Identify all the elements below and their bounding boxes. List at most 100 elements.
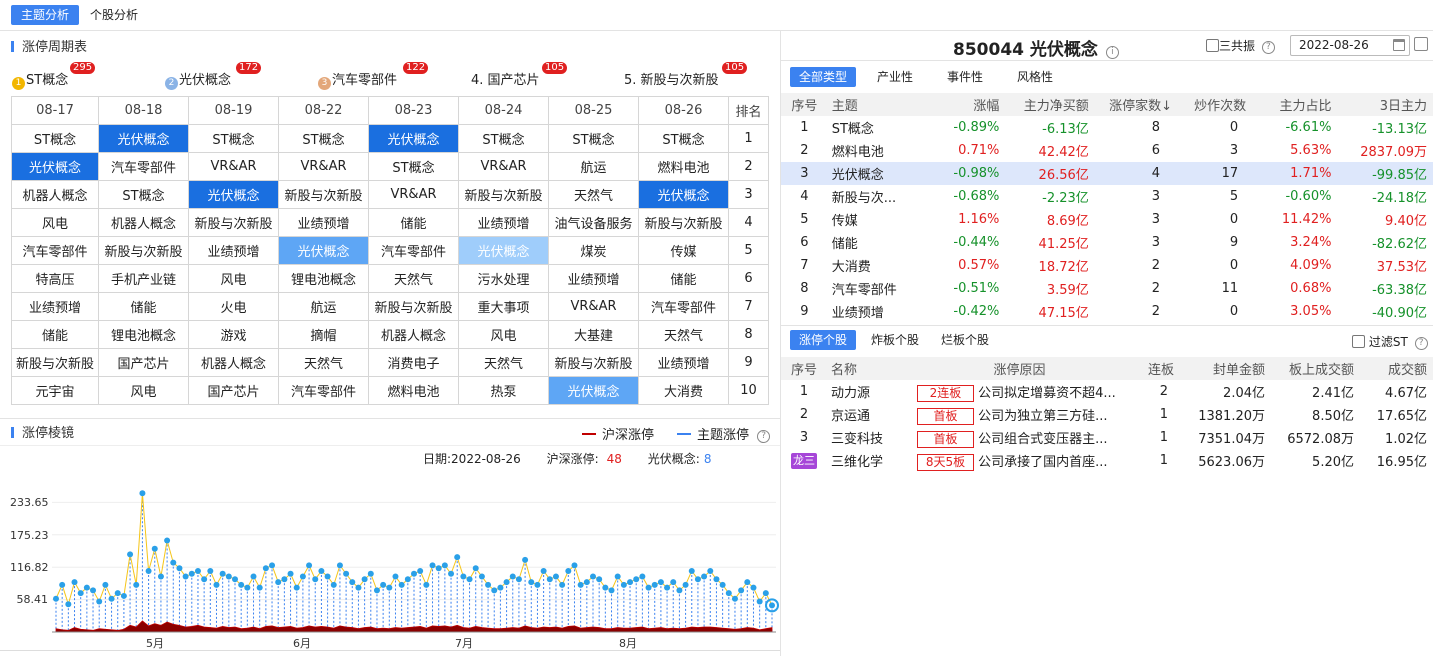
- data-point[interactable]: [769, 602, 775, 609]
- stock-name[interactable]: 三维化学: [827, 449, 911, 472]
- theme-cell[interactable]: 业绩预增: [638, 348, 729, 377]
- theme-cell[interactable]: 汽车零部件: [278, 376, 369, 405]
- theme-name[interactable]: 储能: [828, 231, 928, 254]
- data-point[interactable]: [731, 595, 738, 602]
- data-point[interactable]: [707, 567, 714, 574]
- theme-cell[interactable]: 锂电池概念: [278, 264, 369, 293]
- stock-name[interactable]: 动力源: [827, 380, 911, 403]
- theme-cell[interactable]: 风电: [188, 264, 279, 293]
- theme-cell[interactable]: VR&AR: [548, 292, 639, 321]
- theme-cell[interactable]: 元宇宙: [11, 376, 99, 405]
- data-point[interactable]: [380, 581, 387, 588]
- theme-name[interactable]: 大消费: [828, 254, 928, 277]
- data-point[interactable]: [596, 576, 603, 583]
- theme-cell[interactable]: VR&AR: [368, 180, 459, 209]
- data-point[interactable]: [256, 584, 263, 591]
- theme-cell[interactable]: 火电: [188, 292, 279, 321]
- data-point[interactable]: [552, 573, 559, 580]
- theme-cell[interactable]: 天然气: [548, 180, 639, 209]
- table-row[interactable]: 3 三变科技 首板 公司组合式变压器主... 1 7351.04万 6572.0…: [781, 426, 1433, 449]
- data-point[interactable]: [213, 581, 220, 588]
- col-header[interactable]: 3日主力: [1337, 93, 1433, 116]
- data-point[interactable]: [448, 570, 455, 577]
- data-point[interactable]: [157, 573, 164, 580]
- theme-cell[interactable]: 光伏概念: [458, 236, 549, 265]
- col-header[interactable]: 连板: [1128, 357, 1180, 380]
- data-point[interactable]: [207, 567, 214, 574]
- theme-cell[interactable]: 机器人概念: [98, 208, 189, 237]
- theme-cell[interactable]: 储能: [98, 292, 189, 321]
- data-point[interactable]: [565, 567, 572, 574]
- theme-cell[interactable]: 重大事项: [458, 292, 549, 321]
- tab-event[interactable]: 事件性: [938, 67, 992, 87]
- data-point[interactable]: [355, 584, 362, 591]
- theme-cell[interactable]: 新股与次新股: [368, 292, 459, 321]
- data-point[interactable]: [281, 576, 288, 583]
- data-point[interactable]: [725, 590, 732, 597]
- data-point[interactable]: [133, 581, 140, 588]
- table-row[interactable]: 龙三 三维化学 8天5板 公司承接了国内首座... 1 5623.06万 5.2…: [781, 449, 1433, 472]
- col-header[interactable]: 板上成交额: [1271, 357, 1360, 380]
- table-row[interactable]: 1 动力源 2连板 公司拟定增募资不超4... 2 2.04亿 2.41亿 4.…: [781, 380, 1433, 403]
- data-point[interactable]: [559, 581, 566, 588]
- theme-cell[interactable]: 汽车零部件: [638, 292, 729, 321]
- data-point[interactable]: [540, 567, 547, 574]
- data-point[interactable]: [571, 562, 578, 569]
- theme-cell[interactable]: VR&AR: [278, 152, 369, 181]
- theme-cell[interactable]: 国产芯片: [188, 376, 279, 405]
- data-point[interactable]: [53, 595, 59, 602]
- table-row[interactable]: 5 传媒 1.16% 8.69亿 3 0 11.42% 9.40亿: [781, 208, 1433, 231]
- data-point[interactable]: [299, 573, 306, 580]
- theme-cell[interactable]: VR&AR: [458, 152, 549, 181]
- tab-all-types[interactable]: 全部类型: [790, 67, 857, 87]
- data-point[interactable]: [478, 573, 485, 580]
- theme-cell[interactable]: 光伏概念: [548, 376, 639, 405]
- data-point[interactable]: [324, 573, 331, 580]
- theme-cell[interactable]: 风电: [11, 208, 99, 237]
- theme-name[interactable]: ST概念: [828, 116, 928, 139]
- limit-reason[interactable]: 公司为独立第三方硅...: [978, 409, 1107, 424]
- theme-cell[interactable]: 天然气: [368, 264, 459, 293]
- theme-cell[interactable]: 燃料电池: [368, 376, 459, 405]
- table-row[interactable]: 3 光伏概念 -0.98% 26.56亿 4 17 1.71% -99.85亿: [781, 162, 1433, 185]
- data-point[interactable]: [583, 579, 590, 586]
- tab-style[interactable]: 风格性: [1008, 67, 1062, 87]
- checkbox-icon[interactable]: [1352, 335, 1365, 348]
- stat-item[interactable]: 5. 新股与次新股: [624, 69, 719, 88]
- theme-cell[interactable]: 风电: [98, 376, 189, 405]
- date-input[interactable]: 2022-08-26: [1290, 35, 1410, 56]
- data-point[interactable]: [361, 576, 368, 583]
- data-point[interactable]: [83, 584, 90, 591]
- theme-cell[interactable]: 储能: [638, 264, 729, 293]
- data-point[interactable]: [318, 567, 325, 574]
- data-point[interactable]: [96, 598, 103, 605]
- data-point[interactable]: [522, 556, 529, 563]
- export-icon[interactable]: [1414, 37, 1428, 51]
- data-point[interactable]: [164, 537, 171, 544]
- data-point[interactable]: [343, 570, 350, 577]
- theme-cell[interactable]: 锂电池概念: [98, 320, 189, 349]
- data-point[interactable]: [367, 570, 374, 577]
- data-point[interactable]: [232, 576, 238, 583]
- data-point[interactable]: [108, 595, 115, 602]
- data-point[interactable]: [645, 584, 652, 591]
- theme-cell[interactable]: 油气设备服务: [548, 208, 639, 237]
- data-point[interactable]: [262, 565, 269, 572]
- help-icon[interactable]: ?: [1414, 337, 1428, 350]
- theme-cell[interactable]: 光伏概念: [188, 180, 279, 209]
- data-point[interactable]: [330, 581, 337, 588]
- data-point[interactable]: [503, 579, 510, 586]
- theme-cell[interactable]: 新股与次新股: [638, 208, 729, 237]
- data-point[interactable]: [65, 601, 72, 608]
- data-point[interactable]: [460, 573, 467, 580]
- data-point[interactable]: [497, 584, 504, 591]
- data-point[interactable]: [201, 576, 208, 583]
- theme-name[interactable]: 传媒: [828, 208, 928, 231]
- data-point[interactable]: [762, 590, 769, 597]
- data-point[interactable]: [651, 581, 658, 588]
- theme-cell[interactable]: 新股与次新股: [188, 208, 279, 237]
- data-point[interactable]: [441, 562, 448, 569]
- theme-cell[interactable]: 煤炭: [548, 236, 639, 265]
- resonance-checkbox[interactable]: 三共振 ?: [1206, 37, 1275, 54]
- theme-cell[interactable]: 汽车零部件: [11, 236, 99, 265]
